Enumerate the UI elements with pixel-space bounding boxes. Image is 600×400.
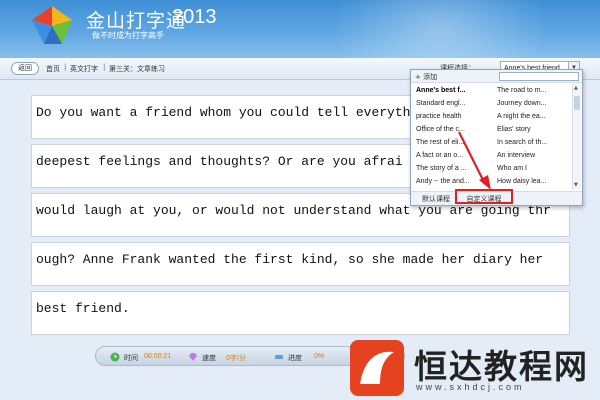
course-item[interactable]: Who am I [497, 164, 571, 174]
breadcrumb-separator: | [64, 63, 67, 71]
breadcrumb-english-typing[interactable]: 英文打字 [70, 64, 98, 74]
dropdown-header: + 添加 [411, 70, 582, 83]
watermark-logo-icon [360, 351, 394, 384]
course-item[interactable]: Elias' story [497, 125, 571, 135]
scrollbar-thumb[interactable] [574, 96, 580, 110]
diamond-speed-icon [189, 353, 197, 361]
back-button[interactable]: 返回 [11, 62, 39, 75]
add-course-label: 添加 [423, 73, 438, 81]
course-item[interactable]: Journey down... [497, 99, 571, 109]
breadcrumb-home[interactable]: 首页 [46, 64, 60, 74]
course-item[interactable]: Standard engl... [416, 99, 492, 109]
progress-value: 0% [314, 353, 325, 360]
time-value: 00:00:21 [144, 353, 172, 360]
course-item[interactable]: How daisy lea... [497, 177, 571, 187]
watermark-text: 恒达教程网 [414, 347, 589, 386]
annotation-arrow-icon [458, 131, 491, 190]
course-item[interactable]: Anne's best f... [416, 86, 492, 96]
app-logo-icon [32, 6, 72, 44]
course-item[interactable]: In search of th... [497, 138, 571, 148]
scroll-down-icon[interactable]: ▼ [574, 182, 578, 188]
course-item[interactable]: The road to m... [497, 86, 571, 96]
watermark-url: www.sxhdcj.com [416, 382, 525, 392]
speed-value: 0字/分 [226, 355, 246, 362]
course-item[interactable]: An interview [497, 151, 571, 161]
progress-label: 进度 [288, 354, 302, 362]
app-year: 2013 [172, 6, 217, 28]
app-header: 金山打字通 2013 做不时成为打字高手 [0, 0, 600, 58]
plus-icon: + [415, 73, 421, 81]
app-slogan: 做不时成为打字高手 [92, 31, 164, 40]
add-course-button[interactable]: + 添加 [415, 72, 437, 82]
scroll-up-icon[interactable]: ▲ [574, 85, 578, 91]
progress-icon [275, 355, 283, 359]
app-title: 金山打字通 [86, 10, 187, 32]
course-item[interactable]: A night the ea... [497, 112, 571, 122]
clock-icon [110, 352, 120, 362]
practice-line[interactable]: best friend. [31, 291, 570, 335]
speed-label: 速度 [202, 354, 216, 362]
practice-line[interactable]: ough? Anne Frank wanted the first kind, … [31, 242, 570, 286]
practice-line-text: best friend. [36, 301, 130, 316]
breadcrumb-current: 第三关：文章练习 [109, 65, 165, 73]
course-dropdown-panel: + 添加 Anne's best f... Standard engl... p… [410, 69, 583, 206]
dropdown-scrollbar[interactable]: ▲ ▼ [572, 84, 581, 190]
course-search-input[interactable] [499, 72, 579, 81]
breadcrumb-separator: | [103, 63, 106, 71]
tab-default-courses[interactable]: 默认课程 [417, 194, 455, 204]
practice-line-text: ough? Anne Frank wanted the first kind, … [36, 252, 544, 267]
time-label: 时间 [124, 354, 138, 362]
watermark-logo [350, 340, 404, 396]
course-item[interactable]: practice health [416, 112, 492, 122]
